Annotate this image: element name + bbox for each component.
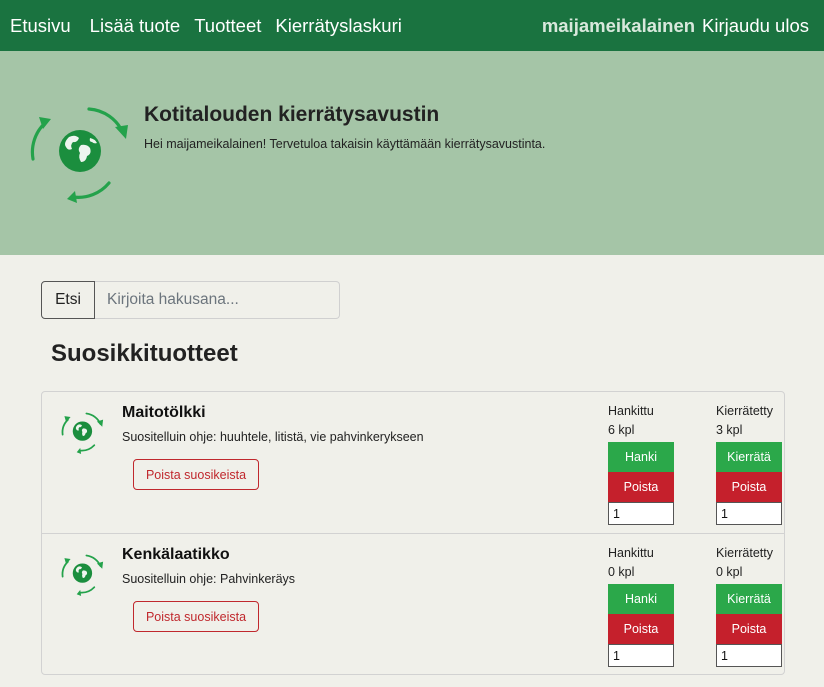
nav-link-recycling-calculator[interactable]: Kierrätyslaskuri	[275, 15, 401, 37]
delete-recycled-button[interactable]: Poista	[716, 472, 782, 502]
remove-favorite-button[interactable]: Poista suosikeista	[133, 459, 259, 490]
delete-acquired-button[interactable]: Poista	[608, 472, 674, 502]
acquired-label: Hankittu	[608, 404, 654, 418]
recycle-button[interactable]: Kierrätä	[716, 584, 782, 614]
recycled-label: Kierrätetty	[716, 546, 773, 560]
nav-link-home[interactable]: Etusivu	[10, 15, 71, 37]
nav-user-area: maijameikalainen Kirjaudu ulos	[542, 15, 824, 37]
hero-banner: Kotitalouden kierrätysavustin Hei maijam…	[0, 51, 824, 255]
acquired-value: 0 kpl	[608, 565, 635, 579]
recycled-counter: Kierrätetty 3 kpl Kierrätä Poista	[716, 404, 782, 525]
recycle-button[interactable]: Kierrätä	[716, 442, 782, 472]
acquired-label: Hankittu	[608, 546, 654, 560]
acquired-counter: Hankittu 6 kpl Hanki Poista	[608, 404, 674, 525]
item-instruction: Suositelluin ohje: Pahvinkeräys	[122, 572, 296, 586]
welcome-text: Hei maijameikalainen! Tervetuloa takaisi…	[144, 137, 546, 151]
recycled-value: 3 kpl	[716, 423, 743, 437]
item-name: Maitotölkki	[122, 404, 206, 421]
delete-recycled-button[interactable]: Poista	[716, 614, 782, 644]
acquire-quantity-input[interactable]	[608, 644, 674, 667]
logout-link[interactable]: Kirjaudu ulos	[702, 15, 809, 37]
favorites-list: Maitotölkki Suositelluin ohje: huuhtele,…	[41, 391, 785, 675]
list-item: Kenkälaatikko Suositelluin ohje: Pahvink…	[42, 533, 784, 674]
acquired-value: 6 kpl	[608, 423, 635, 437]
list-item: Maitotölkki Suositelluin ohje: huuhtele,…	[42, 392, 784, 533]
acquired-counter: Hankittu 0 kpl Hanki Poista	[608, 546, 674, 667]
nav-link-add-product[interactable]: Lisää tuote	[90, 15, 181, 37]
recycle-quantity-input[interactable]	[716, 502, 782, 525]
recycled-value: 0 kpl	[716, 565, 743, 579]
recycled-label: Kierrätetty	[716, 404, 773, 418]
acquire-button[interactable]: Hanki	[608, 442, 674, 472]
acquire-button[interactable]: Hanki	[608, 584, 674, 614]
recycling-globe-icon	[61, 412, 104, 454]
nav-links: Etusivu Lisää tuote Tuotteet Kierrätysla…	[0, 15, 416, 37]
search-button[interactable]: Etsi	[41, 281, 95, 319]
recycling-globe-icon	[61, 554, 104, 596]
acquire-quantity-input[interactable]	[608, 502, 674, 525]
search-input[interactable]	[95, 281, 340, 319]
delete-acquired-button[interactable]: Poista	[608, 614, 674, 644]
navbar: Etusivu Lisää tuote Tuotteet Kierrätysla…	[0, 0, 824, 51]
item-name: Kenkälaatikko	[122, 546, 230, 563]
recycle-quantity-input[interactable]	[716, 644, 782, 667]
favorites-heading: Suosikkituotteet	[51, 340, 238, 367]
recycling-globe-icon	[30, 107, 128, 203]
nav-link-products[interactable]: Tuotteet	[194, 15, 261, 37]
search-bar: Etsi	[41, 281, 340, 319]
item-instruction: Suositelluin ohje: huuhtele, litistä, vi…	[122, 430, 424, 444]
remove-favorite-button[interactable]: Poista suosikeista	[133, 601, 259, 632]
recycled-counter: Kierrätetty 0 kpl Kierrätä Poista	[716, 546, 782, 667]
page-title: Kotitalouden kierrätysavustin	[144, 103, 440, 126]
username[interactable]: maijameikalainen	[542, 15, 695, 37]
